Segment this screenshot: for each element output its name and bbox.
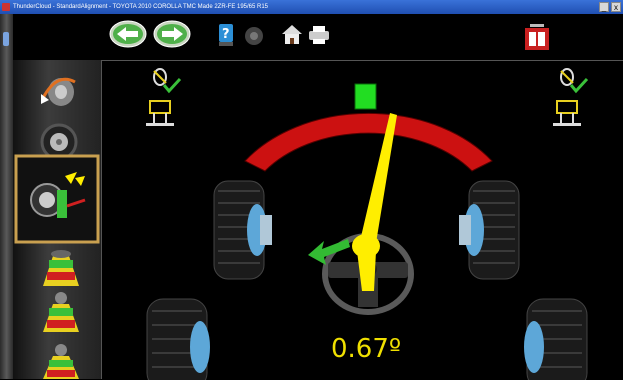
front-right-wheel <box>459 180 520 280</box>
window-title: ThunderCloud - StandardAlignment - TOYOT… <box>13 4 269 10</box>
sidebar-item-adjust-1[interactable] <box>43 250 79 286</box>
red-ruler-icon <box>525 24 549 50</box>
home-icon <box>282 25 302 44</box>
left-sensor-status <box>146 68 182 126</box>
adjust-2-icon <box>43 292 79 332</box>
left-splitter[interactable] <box>0 14 13 379</box>
tire-icon <box>245 27 263 45</box>
measurement-value: 0.67º <box>331 334 402 364</box>
check-icon <box>162 77 182 94</box>
rear-left-wheel <box>146 298 210 380</box>
sensor-head-right-icon <box>553 68 581 126</box>
splitter-handle[interactable] <box>3 32 9 46</box>
rear-right-wheel <box>524 298 588 380</box>
title-bar: ThunderCloud - StandardAlignment - TOYOT… <box>0 0 623 14</box>
in-tolerance-zone <box>354 83 377 110</box>
alignment-view <box>101 60 623 380</box>
forward-button[interactable] <box>153 20 191 48</box>
help-button[interactable]: ? <box>219 24 233 46</box>
sidebar-item-wheel-turn[interactable] <box>41 77 76 106</box>
sensor-head-left-icon <box>146 68 174 126</box>
print-button[interactable] <box>309 26 329 44</box>
wheel-turn-icon <box>41 77 76 106</box>
sidebar-item-adjust-3[interactable] <box>43 344 79 379</box>
sidebar-item-tire[interactable] <box>40 123 78 161</box>
sidebar-item-caster-sweep[interactable] <box>14 154 100 244</box>
check-icon <box>569 77 589 94</box>
back-button[interactable] <box>109 20 147 48</box>
toolbar: ? <box>0 14 623 60</box>
printer-icon <box>309 26 329 44</box>
tire-settings-button[interactable] <box>245 27 263 45</box>
tolerance-gauge <box>244 83 493 172</box>
app-icon <box>2 3 10 11</box>
measurement-mode-button[interactable] <box>525 24 549 50</box>
front-left-wheel <box>213 180 272 280</box>
home-button[interactable] <box>282 25 302 44</box>
adjust-3-icon <box>43 344 79 379</box>
close-button[interactable]: x <box>611 2 621 12</box>
sidebar-item-adjust-2[interactable] <box>43 292 79 332</box>
out-of-tolerance-zone <box>244 112 493 172</box>
svg-text:?: ? <box>222 27 230 42</box>
help-icon: ? <box>219 24 233 46</box>
right-sensor-status <box>553 68 589 126</box>
adjust-1-icon <box>43 250 79 286</box>
tire-icon <box>40 123 78 161</box>
sidebar <box>13 60 101 379</box>
minimize-button[interactable]: _ <box>599 2 609 12</box>
